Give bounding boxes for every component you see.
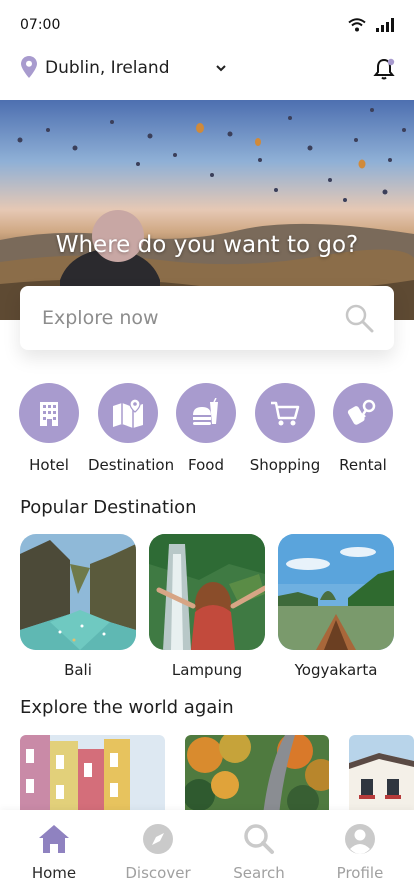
category-label: Food [188, 456, 224, 474]
category-rental[interactable]: Rental [323, 383, 403, 474]
location-selector[interactable]: Dublin, Ireland [45, 58, 169, 78]
map-icon [98, 383, 158, 443]
notification-bell-icon[interactable] [372, 57, 396, 81]
category-hotel[interactable]: Hotel [9, 383, 89, 474]
search-input[interactable] [42, 300, 332, 336]
cart-icon [255, 383, 315, 443]
wifi-icon [348, 18, 366, 32]
location-pin-icon [21, 56, 37, 78]
explore-forest-image [185, 735, 329, 815]
explore-section-title: Explore the world again [20, 697, 234, 718]
destination-label: Yogyakarta [294, 661, 378, 679]
nav-label: Profile [336, 864, 384, 882]
hero-title: Where do you want to go? [55, 232, 359, 258]
nav-home[interactable]: Home [4, 822, 104, 882]
category-shopping[interactable]: Shopping [245, 383, 325, 474]
destination-label: Lampung [171, 661, 243, 679]
status-time: 07:00 [20, 17, 61, 33]
nav-discover[interactable]: Discover [108, 822, 208, 882]
status-icons [348, 18, 394, 32]
profile-icon [310, 822, 410, 856]
lampung-image [149, 534, 265, 650]
key-icon [333, 383, 393, 443]
category-label: Destination [88, 456, 175, 474]
destination-card-bali[interactable] [20, 534, 136, 650]
category-list: Hotel Destination Food Shopping Rental [0, 383, 414, 483]
search-icon [209, 822, 309, 856]
chevron-down-icon[interactable] [215, 58, 227, 78]
search-icon[interactable] [344, 303, 374, 333]
compass-icon [108, 822, 208, 856]
signal-icon [376, 18, 394, 32]
destination-label: Bali [64, 661, 92, 679]
nav-search[interactable]: Search [209, 822, 309, 882]
location-header: Dublin, Ireland [0, 48, 414, 100]
food-icon [176, 383, 236, 443]
category-label: Hotel [29, 456, 69, 474]
explore-street-image [20, 735, 165, 815]
nav-label: Discover [125, 864, 191, 882]
category-label: Rental [339, 456, 387, 474]
nav-label: Home [31, 864, 77, 882]
category-destination[interactable]: Destination [88, 383, 175, 474]
hotel-icon [19, 383, 79, 443]
explore-house-image [349, 735, 414, 815]
explore-card[interactable] [349, 735, 414, 815]
status-bar: 07:00 [0, 0, 414, 48]
explore-card[interactable] [20, 735, 165, 815]
search-box [20, 286, 394, 350]
nav-profile[interactable]: Profile [310, 822, 410, 882]
bottom-navigation: Home Discover Search Profile [0, 810, 414, 896]
yogyakarta-image [278, 534, 394, 650]
explore-card[interactable] [185, 735, 329, 815]
destination-card-yogyakarta[interactable] [278, 534, 394, 650]
destination-card-lampung[interactable] [149, 534, 265, 650]
balloons-decoration [17, 108, 406, 202]
bali-image [20, 534, 136, 650]
category-label: Shopping [249, 456, 321, 474]
nav-label: Search [233, 864, 285, 882]
popular-section-title: Popular Destination [20, 497, 197, 518]
home-icon [4, 822, 104, 856]
category-food[interactable]: Food [166, 383, 246, 474]
